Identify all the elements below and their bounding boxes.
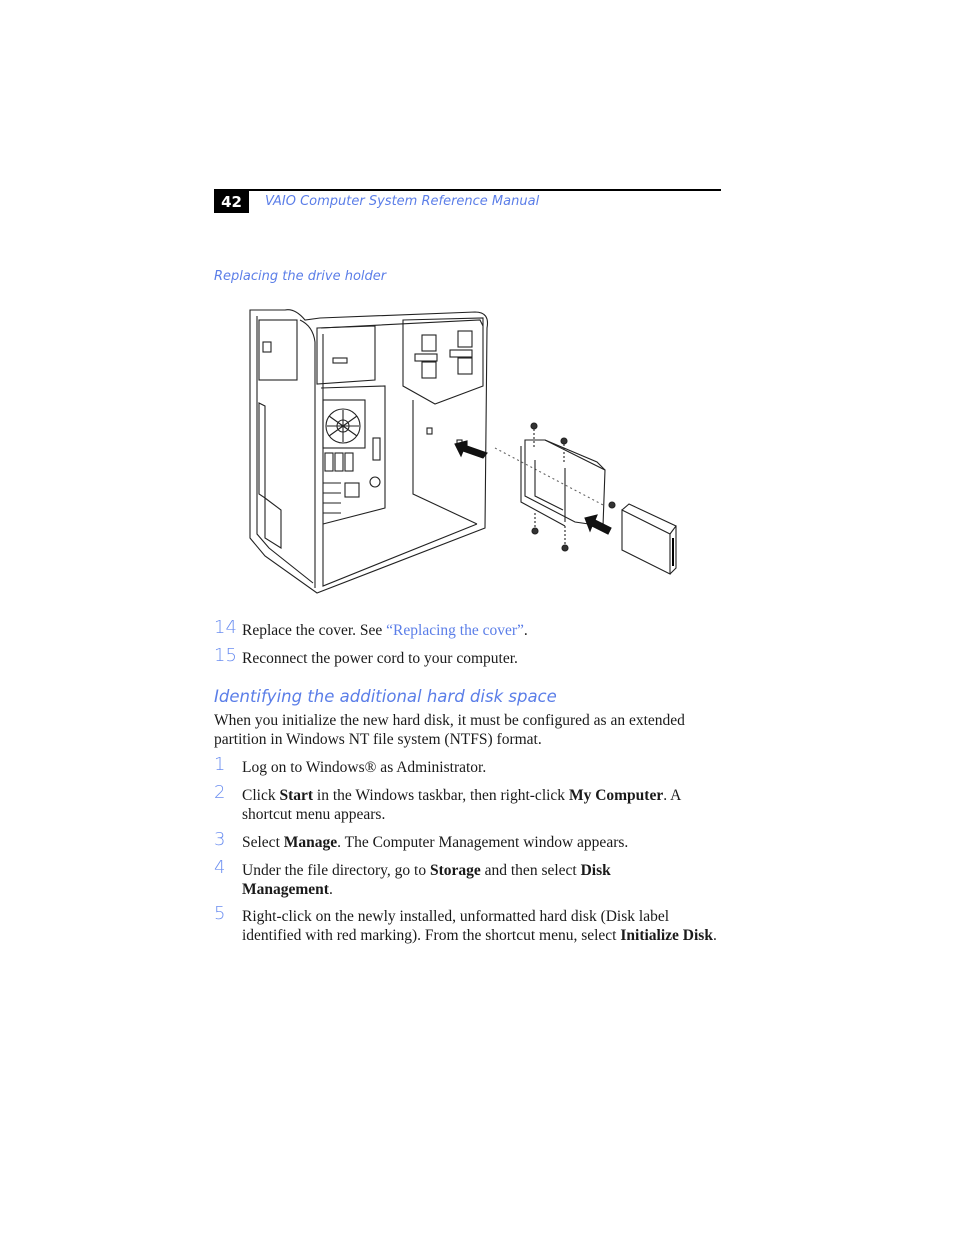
figure-caption: Replacing the drive holder (214, 269, 387, 284)
page-number: 42 (214, 191, 249, 213)
drive-holder-bracket (520, 439, 606, 527)
step-text: Under the file directory, go to Storage … (242, 861, 662, 899)
section-intro: When you initialize the new hard disk, i… (214, 712, 685, 748)
step-number: 2 (214, 782, 226, 803)
text-segment: Select (242, 834, 284, 851)
bold-term: Start (279, 787, 314, 804)
running-title: VAIO Computer System Reference Manual (265, 194, 540, 209)
bold-term: Manage (283, 834, 338, 851)
step-number: 1 (214, 754, 226, 775)
step-text: Reconnect the power cord to your compute… (242, 650, 518, 667)
step-text: Replace the cover. See “Replacing the co… (242, 621, 722, 640)
computer-case (249, 309, 489, 594)
step-text: Log on to Windows® as Administrator. (242, 758, 722, 777)
text-segment: Log on to Windows® as Administrator. (242, 759, 487, 776)
text-segment: . (328, 881, 333, 898)
step-number: 3 (214, 829, 226, 850)
text-segment: . The Computer Management window appears… (337, 834, 629, 851)
text-segment: and then select (480, 862, 581, 879)
step-number: 4 (214, 857, 226, 878)
step-text-after: . (523, 622, 528, 639)
text-segment: Under the file directory, go to (242, 862, 430, 879)
step-text: Click Start in the Windows taskbar, then… (242, 786, 707, 824)
hard-disk-drive (621, 503, 677, 575)
bold-term: Storage (429, 862, 481, 879)
text-segment: Click (242, 787, 280, 804)
replacing-the-cover-link[interactable]: “Replacing the cover” (386, 622, 524, 639)
step-text: Select Manage. The Computer Management w… (242, 833, 722, 852)
step-text: Right-click on the newly installed, unfo… (242, 907, 720, 945)
text-segment: Right-click on the newly installed, unfo… (242, 908, 670, 944)
step-number: 5 (214, 903, 226, 924)
insert-arrow-icon (454, 440, 488, 459)
header-rule (214, 189, 721, 191)
bold-term: Initialize Disk (620, 927, 713, 944)
bold-term: My Computer (568, 787, 664, 804)
step-text-before: Replace the cover. See (242, 622, 387, 639)
insert-arrow-icon-2 (584, 514, 612, 535)
text-segment: . (712, 927, 717, 944)
drive-holder-illustration (249, 309, 677, 594)
step-number: 15 (214, 645, 237, 666)
step-number: 14 (214, 617, 237, 638)
section-heading: Identifying the additional hard disk spa… (214, 687, 557, 706)
text-segment: in the Windows taskbar, then right-click (313, 787, 569, 804)
